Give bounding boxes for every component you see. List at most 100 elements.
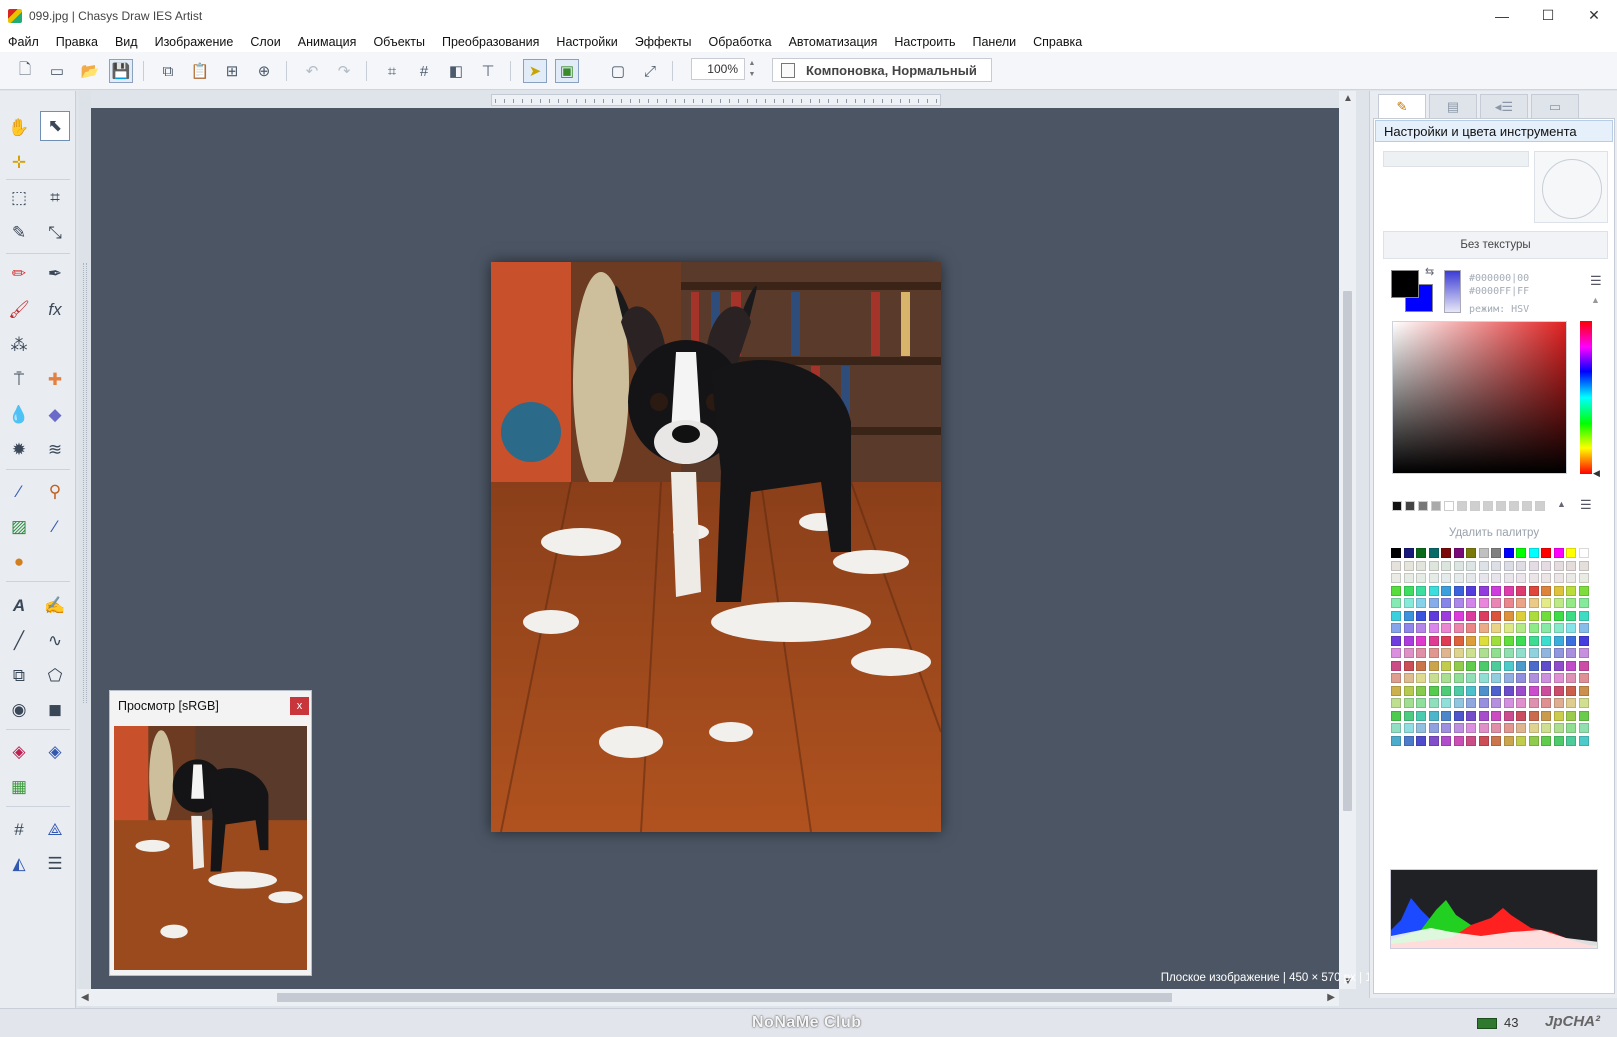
palette-swatch[interactable]	[1503, 723, 1514, 733]
palette-swatch[interactable]	[1453, 723, 1464, 733]
crop-canvas-icon[interactable]: ⌗	[380, 59, 404, 83]
palette-swatch[interactable]	[1578, 573, 1589, 583]
palette-swatch[interactable]	[1391, 635, 1401, 646]
scroll-up-icon[interactable]: ▲	[1343, 93, 1353, 104]
palette-swatch[interactable]	[1566, 635, 1576, 646]
brush-icon[interactable]: 🖌	[4, 295, 34, 325]
palette-swatch[interactable]	[1416, 723, 1426, 733]
palette-swatch[interactable]	[1578, 635, 1589, 646]
horizontal-scrollbar[interactable]: ◀ ▶	[77, 989, 1339, 1006]
palette-swatch[interactable]	[1503, 660, 1514, 671]
palette-swatch[interactable]	[1541, 648, 1551, 658]
palette-swatch[interactable]	[1466, 635, 1476, 646]
palette-swatch[interactable]	[1428, 598, 1439, 608]
palette-swatch[interactable]	[1453, 648, 1464, 658]
palette-swatch[interactable]	[1553, 723, 1564, 733]
brush-size-slider[interactable]	[1383, 151, 1529, 167]
palette-swatch[interactable]	[1391, 673, 1401, 683]
palette-swatch[interactable]	[1528, 635, 1539, 646]
open-folder-icon[interactable]: 📂	[78, 59, 102, 83]
palette-swatch[interactable]	[1403, 723, 1414, 733]
palette-swatch[interactable]	[1503, 560, 1514, 571]
palette-swatch[interactable]	[1553, 660, 1564, 671]
palette-swatch[interactable]	[1403, 648, 1414, 658]
palette-swatch[interactable]	[1453, 635, 1464, 646]
palette-swatch[interactable]	[1453, 548, 1464, 558]
polygon-icon[interactable]: ⬠	[40, 661, 70, 691]
palette-swatch[interactable]	[1441, 560, 1451, 571]
document-image[interactable]	[491, 262, 941, 832]
shape-icon[interactable]: ⧉	[4, 661, 34, 691]
foreground-color-swatch[interactable]	[1391, 270, 1419, 298]
color-menu-icon[interactable]: ☰	[1590, 273, 1602, 289]
palette-swatch[interactable]	[1516, 648, 1526, 658]
palette-swatch[interactable]	[1466, 560, 1476, 571]
palette-swatch[interactable]	[1491, 735, 1501, 746]
palette-swatch[interactable]	[1541, 660, 1551, 671]
zoom-input[interactable]: 100%	[691, 58, 745, 80]
palette-swatch[interactable]	[1478, 648, 1489, 658]
menu-view[interactable]: Вид	[115, 35, 138, 49]
palette-swatch[interactable]	[1553, 698, 1564, 708]
palette-swatch[interactable]	[1391, 573, 1401, 583]
palette-swatch[interactable]	[1491, 710, 1501, 721]
palette-swatch[interactable]	[1578, 735, 1589, 746]
resize-icon[interactable]: ◧	[444, 59, 468, 83]
palette-swatch[interactable]	[1466, 573, 1476, 583]
palette-swatch[interactable]	[1403, 685, 1414, 696]
fx-brush-icon[interactable]: fx	[40, 295, 70, 325]
line-brush-icon[interactable]: ⁄	[40, 512, 70, 542]
palette-swatch[interactable]	[1541, 560, 1551, 571]
palette-swatch[interactable]	[1528, 673, 1539, 683]
frame-view-icon[interactable]: ▢	[606, 59, 630, 83]
palette-swatch[interactable]	[1528, 585, 1539, 596]
palette-swatch[interactable]	[1453, 623, 1464, 633]
palette-swatch[interactable]	[1566, 560, 1576, 571]
save-icon[interactable]: 💾	[109, 59, 133, 83]
new-window-icon[interactable]: ▭	[45, 59, 69, 83]
palette-swatch[interactable]	[1491, 585, 1501, 596]
palette-swatch[interactable]	[1578, 598, 1589, 608]
palette-swatch[interactable]	[1478, 610, 1489, 621]
palette-swatch[interactable]	[1491, 610, 1501, 621]
add-frame-icon[interactable]: ⊕	[252, 59, 276, 83]
menu-panels[interactable]: Панели	[972, 35, 1016, 49]
palette-swatch[interactable]	[1566, 698, 1576, 708]
palette-swatch[interactable]	[1503, 610, 1514, 621]
retouch-icon[interactable]: ⚲	[40, 477, 70, 507]
palette-swatch[interactable]	[1403, 710, 1414, 721]
swatch[interactable]	[1470, 501, 1480, 511]
palette-swatch[interactable]	[1566, 623, 1576, 633]
palette-swatch[interactable]	[1553, 735, 1564, 746]
palette-swatch[interactable]	[1403, 573, 1414, 583]
palette-swatch[interactable]	[1453, 673, 1464, 683]
palette-swatch[interactable]	[1528, 660, 1539, 671]
palette-swatch[interactable]	[1478, 585, 1489, 596]
palette-swatch[interactable]	[1578, 548, 1589, 558]
scatter-icon[interactable]: ⁂	[4, 330, 34, 360]
palette-swatch[interactable]	[1441, 735, 1451, 746]
menu-settings[interactable]: Настройки	[556, 35, 617, 49]
palette-swatch[interactable]	[1466, 673, 1476, 683]
palette-swatch[interactable]	[1441, 548, 1451, 558]
object-icon[interactable]: ◉	[4, 695, 34, 725]
add-layer-icon[interactable]: ⊞	[220, 59, 244, 83]
horizontal-scroll-thumb[interactable]	[277, 993, 1172, 1002]
palette-swatch[interactable]	[1553, 673, 1564, 683]
palette-swatch[interactable]	[1441, 623, 1451, 633]
palette-swatch[interactable]	[1403, 635, 1414, 646]
new-file-icon[interactable]: 🗋	[13, 59, 37, 83]
scroll-left-icon[interactable]: ◀	[81, 992, 89, 1003]
palette-swatch[interactable]	[1503, 585, 1514, 596]
palette-swatch[interactable]	[1453, 660, 1464, 671]
palette-swatch[interactable]	[1466, 710, 1476, 721]
scroll-right-icon[interactable]: ▶	[1327, 992, 1335, 1003]
palette-swatch[interactable]	[1478, 710, 1489, 721]
palette-swatch[interactable]	[1503, 598, 1514, 608]
palette-swatch[interactable]	[1428, 648, 1439, 658]
palette-swatch[interactable]	[1466, 610, 1476, 621]
palette-swatch[interactable]	[1441, 648, 1451, 658]
palette-swatch[interactable]	[1466, 685, 1476, 696]
sphere-icon[interactable]: ●	[4, 547, 34, 577]
palette-swatch[interactable]	[1528, 723, 1539, 733]
